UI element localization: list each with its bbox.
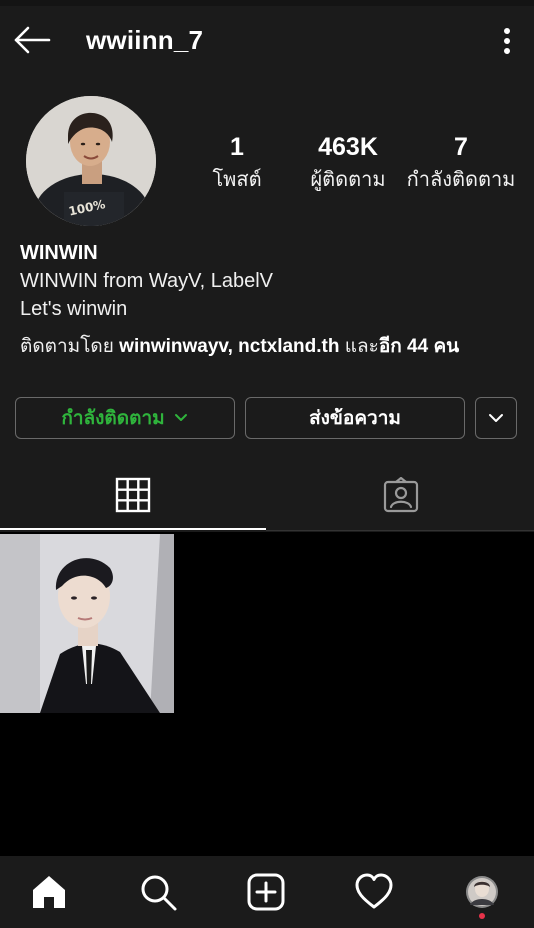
more-options-button[interactable] [494,26,520,56]
followed-by-user[interactable]: winwinwayv [119,336,227,357]
stat-followers[interactable]: 463K ผู้ติดตาม [293,132,403,194]
stat-following-label: กำลังติดตาม [406,169,516,191]
bio-line: WINWIN from WayV, LabelV [20,270,274,292]
plus-square-icon [247,873,285,911]
profile-username: wwiinn_7 [86,25,204,55]
followed-by-others[interactable]: อีก 44 คน [379,336,459,357]
profile-display-name: WINWIN [20,242,98,264]
tabs-divider [266,530,534,531]
tab-tagged[interactable] [268,472,534,518]
nav-home[interactable] [27,870,71,914]
suggested-accounts-button[interactable] [475,397,517,439]
search-icon [141,875,177,911]
stat-posts[interactable]: 1 โพสต์ [182,132,292,194]
chevron-down-icon [489,414,503,422]
message-button[interactable]: ส่งข้อความ [245,397,465,439]
stat-posts-label: โพสต์ [212,169,262,191]
active-tab-indicator [0,528,266,530]
followed-by-separator: , [227,336,239,357]
heart-icon [355,873,393,909]
followed-by-prefix: ติดตามโดย [20,336,114,357]
message-button-label: ส่งข้อความ [309,408,401,429]
stat-followers-value: 463K [318,133,378,161]
bio-line: Let's winwin [20,298,128,320]
nav-new-post[interactable] [244,870,288,914]
following-button-label: กำลังติดตาม [61,408,165,429]
stat-following-value: 7 [454,133,468,161]
back-button[interactable] [12,24,52,56]
more-vertical-icon [504,28,510,54]
nav-activity[interactable] [352,870,396,914]
following-button[interactable]: กำลังติดตาม [15,397,235,439]
profile-header [0,6,534,76]
nav-profile[interactable] [460,870,504,914]
home-icon [33,876,65,908]
followed-by-user[interactable]: nctxland.th [238,336,339,357]
profile-avatar[interactable]: 100% [26,96,156,226]
arrow-left-icon [14,26,51,54]
nav-search[interactable] [136,870,180,914]
chevron-down-icon [174,414,187,421]
post-thumbnail[interactable] [0,534,174,713]
stat-following[interactable]: 7 กำลังติดตาม [406,132,516,194]
stat-followers-label: ผู้ติดตาม [310,169,386,191]
grid-icon [115,477,151,513]
notification-dot [479,913,485,919]
tab-posts-grid[interactable] [0,472,266,518]
followed-by-conjunction: และ [339,336,379,357]
tagged-person-icon [383,477,419,513]
avatar-image: 100% [26,96,156,226]
stat-posts-value: 1 [230,133,244,161]
profile-avatar-icon [466,876,498,908]
followed-by-text[interactable]: ติดตามโดย winwinwayv, nctxland.th และอีก… [20,331,459,361]
post-image [0,534,174,713]
